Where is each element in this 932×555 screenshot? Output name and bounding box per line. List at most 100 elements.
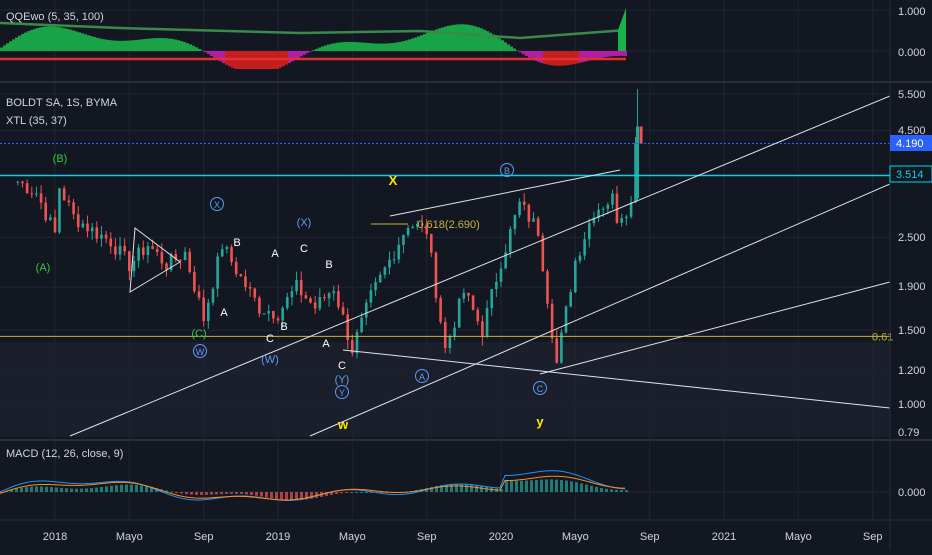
candle-body [360,317,363,332]
time-axis-label: 2019 [266,531,290,543]
candle-body [188,252,191,272]
candle-body [616,194,619,223]
macd-histogram-bar [100,487,103,492]
candle-body [495,282,498,289]
qqe-area-bar [150,38,153,51]
macd-histogram-bar [560,480,563,492]
macd-histogram-bar [595,487,598,492]
qqe-area-bar [24,33,27,51]
candle-body [542,236,545,272]
candle-body [179,260,182,261]
candle-body [161,252,164,263]
macd-histogram-bar [285,492,288,500]
qqe-area-bar [297,51,300,58]
macd-histogram-bar [15,489,18,492]
shaded-zone [0,342,890,437]
qqe-area-bar [165,38,168,51]
qqe-area-bar [333,43,336,51]
qqe-area-bar [441,27,444,51]
candle-body [216,256,219,288]
candle-body [221,249,224,256]
candle-body [295,280,298,291]
candle-body [105,235,108,239]
qqe-area-bar [90,36,93,51]
candle-body [119,246,122,255]
qqe-area-bar [21,34,24,51]
macd-histogram-bar [220,492,223,494]
candle-body [379,275,382,282]
candle-body [109,239,112,247]
chart-root: 0.618(2.690)0.61(B)(A)XBA(C)W(X)CABBC(W)… [0,0,932,550]
qqe-area-bar [210,51,213,56]
macd-histogram-bar [510,481,513,492]
macd-axis-0: 0.000 [898,487,926,499]
time-axis-label: Mayo [339,531,366,543]
candle-body [258,298,261,314]
qqe-area-bar [6,43,9,51]
qqe-area-bar [411,39,414,51]
qqe-area-bar [363,43,366,51]
qqe-area-bar [582,51,585,62]
qqe-area-bar [99,38,102,51]
candle-body [636,126,639,198]
qqe-area-bar [477,27,480,51]
candle-body [323,297,326,298]
qqe-area-bar [54,27,57,51]
xtl-indicator-label[interactable]: XTL (35, 37) [6,115,67,127]
qqe-area-bar [288,51,291,63]
candle-body [411,227,414,228]
macd-histogram-bar [25,487,28,492]
qqe-area-bar [342,42,345,51]
candle-body [551,304,554,338]
macd-histogram-bar [600,488,603,492]
wave-label: Y [339,388,345,398]
wave-label: X [214,200,220,210]
qqe-area-bar [375,43,378,51]
candle-body [602,209,605,210]
candle-body [388,260,391,268]
qqe-area-bar [414,37,417,51]
candle-body [430,234,433,253]
candle-body [444,322,447,348]
qqe-area-bar [417,36,420,51]
macd-histogram-bar [575,482,578,492]
macd-histogram-bar [185,492,188,494]
qqe-area-bar [444,27,447,51]
wave-label: B [504,166,510,176]
macd-histogram-bar [520,481,523,492]
candle-body [40,193,43,202]
fib-618-label: 0.618(2.690) [417,219,479,231]
price-symbol-label[interactable]: BOLDT SA, 1S, BYMA [6,97,118,109]
macd-histogram-bar [625,490,628,492]
macd-histogram-bar [340,492,343,493]
candle-body [277,318,280,320]
qqe-area-bar [624,51,627,56]
candle-body [607,205,610,209]
candle-body [490,289,493,308]
candle-body [523,202,526,205]
macd-histogram-bar [545,479,548,492]
macd-histogram-bar [550,479,553,492]
candle-body [555,338,558,363]
qqe-area-bar [432,31,435,51]
candle-body [569,292,572,306]
macd-histogram-bar [350,492,353,493]
macd-histogram-bar [105,486,108,492]
macd-histogram-bar [290,492,293,500]
candle-body [244,276,247,287]
macd-histogram-bar [465,484,468,492]
macd-histogram-bar [110,486,113,492]
candle-body [249,287,252,289]
qqe-area-bar [378,44,381,51]
time-axis-label: Sep [194,531,214,543]
candle-body [123,246,126,251]
qqe-pane-label[interactable]: QQEwo (5, 35, 100) [6,11,104,23]
qqe-area-bar [123,41,126,51]
qqe-area-bar [471,25,474,51]
qqe-area-bar [354,42,357,51]
qqe-area-bar [135,40,138,51]
qqe-area-bar [120,41,123,51]
macd-pane-label[interactable]: MACD (12, 26, close, 9) [6,448,123,460]
candle-body [356,332,359,353]
trading-chart[interactable]: 0.618(2.690)0.61(B)(A)XBA(C)W(X)CABBC(W)… [0,0,932,550]
